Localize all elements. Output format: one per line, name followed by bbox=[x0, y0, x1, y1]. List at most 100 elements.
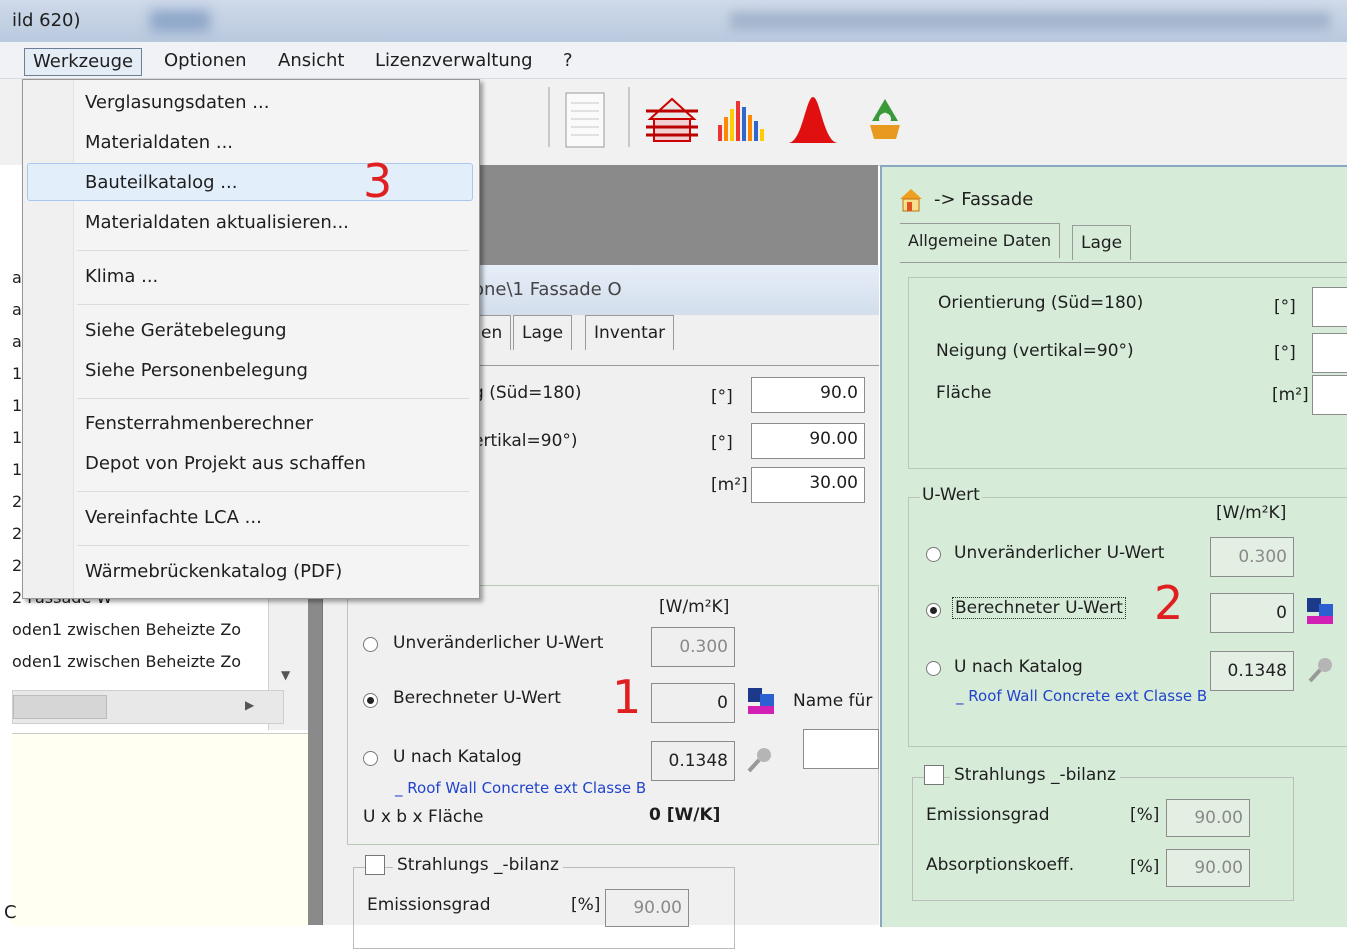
menu-optionen[interactable]: Optionen bbox=[156, 48, 255, 74]
fixed-uwert-field[interactable]: 0.300 bbox=[1210, 537, 1294, 577]
annotation-number-1: 1 bbox=[612, 670, 642, 724]
tree-row-prefix[interactable]: a bbox=[12, 332, 22, 351]
report-icon[interactable] bbox=[562, 91, 608, 148]
radio-catalog-uwert[interactable] bbox=[926, 661, 941, 676]
tree-row-prefix[interactable]: 1 bbox=[12, 396, 22, 415]
menu-item-materialdaten-aktualisieren[interactable]: Materialdaten aktualisieren... bbox=[85, 212, 349, 233]
radio-fixed-uwert[interactable] bbox=[363, 637, 378, 652]
catalog-link[interactable]: _ Roof Wall Concrete ext Classe B bbox=[956, 687, 1207, 705]
orientierung-field[interactable]: 90.0 bbox=[751, 377, 865, 413]
catalog-uwert-field: 0.1348 bbox=[1210, 651, 1294, 691]
strahlung-checkbox[interactable] bbox=[365, 855, 385, 875]
absorption-unit: [%] bbox=[1130, 857, 1160, 877]
uwert-group-label: U-Wert bbox=[920, 485, 982, 505]
tree-row-prefix[interactable]: 1 bbox=[12, 428, 22, 447]
tree-row-prefix[interactable]: a bbox=[12, 268, 22, 287]
calculated-uwert-field: 0 bbox=[651, 683, 735, 723]
emission-label: Emissionsgrad bbox=[367, 895, 491, 915]
menu-bar: Werkzeuge Optionen Ansicht Lizenzverwalt… bbox=[0, 42, 1347, 79]
orientierung-field[interactable] bbox=[1312, 287, 1347, 327]
emission-field[interactable]: 90.00 bbox=[605, 889, 689, 927]
annotation-number-3: 3 bbox=[363, 154, 393, 208]
neigung-field[interactable] bbox=[1312, 333, 1347, 373]
strahlung-checkbox[interactable] bbox=[924, 765, 944, 785]
menu-item-waermebrueckenkatalog[interactable]: Wärmebrückenkatalog (PDF) bbox=[85, 561, 342, 582]
uwert-unit: [W/m²K] bbox=[659, 597, 730, 617]
horizontal-scrollbar[interactable]: ▶ bbox=[12, 690, 284, 724]
menu-lizenzverwaltung[interactable]: Lizenzverwaltung bbox=[367, 48, 541, 74]
menu-separator bbox=[77, 250, 469, 251]
fassade-window-title: -> Fassade bbox=[934, 189, 1034, 210]
radio-calculated-uwert-label[interactable]: Berechneter U-Wert bbox=[393, 688, 561, 708]
radio-fixed-uwert-label[interactable]: Unveränderlicher U-Wert bbox=[393, 633, 603, 653]
radio-catalog-uwert[interactable] bbox=[363, 751, 378, 766]
menu-ansicht[interactable]: Ansicht bbox=[270, 48, 352, 74]
emission-field[interactable]: 90.00 bbox=[1166, 799, 1250, 837]
catalog-pin-icon[interactable] bbox=[1306, 655, 1332, 683]
layer-editor-icon[interactable] bbox=[747, 687, 775, 715]
scrollbar-thumb[interactable] bbox=[13, 695, 107, 719]
menu-item-materialdaten[interactable]: Materialdaten ... bbox=[85, 132, 233, 153]
name-fuer-label: Name für bbox=[793, 691, 873, 711]
tree-row[interactable]: oden1 zwischen Beheizte Zo bbox=[12, 620, 241, 639]
absorption-field[interactable]: 90.00 bbox=[1166, 849, 1250, 887]
menu-item-depot-schaffen[interactable]: Depot von Projekt aus schaffen bbox=[85, 453, 366, 474]
flaeche-field[interactable] bbox=[1312, 375, 1347, 415]
tree-row-prefix[interactable]: 2 bbox=[12, 492, 22, 511]
tab-inventar[interactable]: Inventar bbox=[585, 315, 675, 350]
tab-lage[interactable]: Lage bbox=[1072, 225, 1132, 260]
menu-item-verglasungsdaten[interactable]: Verglasungsdaten ... bbox=[85, 92, 269, 113]
neigung-field[interactable]: 90.00 bbox=[751, 423, 865, 459]
tree-row-prefix[interactable]: 1 bbox=[12, 460, 22, 479]
window-titlebar: ild 620) bbox=[0, 0, 1347, 42]
menu-item-bauteilkatalog[interactable]: Bauteilkatalog ... bbox=[85, 172, 237, 193]
scroll-down-arrow-icon[interactable]: ▼ bbox=[281, 668, 290, 682]
radio-calculated-uwert[interactable] bbox=[363, 693, 378, 708]
catalog-link[interactable]: _ Roof Wall Concrete ext Classe B bbox=[395, 779, 646, 797]
menu-item-klima[interactable]: Klima ... bbox=[85, 266, 158, 287]
building-heat-icon[interactable] bbox=[642, 91, 698, 142]
tree-row-prefix[interactable]: 1 bbox=[12, 364, 22, 383]
fassade-window: -> Fassade Allgemeine Daten Lage Orienti… bbox=[880, 165, 1347, 927]
distribution-peak-icon[interactable] bbox=[786, 91, 838, 143]
menu-help[interactable]: ? bbox=[555, 48, 581, 74]
radio-catalog-uwert-label[interactable]: U nach Katalog bbox=[393, 747, 522, 767]
radio-calculated-uwert[interactable] bbox=[926, 603, 941, 618]
strahlung-label[interactable]: Strahlungs _-bilanz bbox=[950, 765, 1120, 785]
tree-row-prefix[interactable]: 2 bbox=[12, 556, 22, 575]
neigung-label: Neigung (vertikal=90°) bbox=[936, 341, 1134, 361]
catalog-uwert-field: 0.1348 bbox=[651, 741, 735, 781]
tree-row[interactable]: oden1 zwischen Beheizte Zo bbox=[12, 652, 241, 671]
bar-chart-icon[interactable] bbox=[716, 91, 764, 141]
tree-row-prefix[interactable]: a bbox=[12, 300, 22, 319]
flaeche-field[interactable]: 30.00 bbox=[751, 467, 865, 503]
menu-item-fensterrahmenberechner[interactable]: Fensterrahmenberechner bbox=[85, 413, 313, 434]
info-panel: C bbox=[4, 733, 308, 926]
tab-allgemeine-daten[interactable]: Allgemeine Daten bbox=[900, 223, 1061, 258]
catalog-pin-icon[interactable] bbox=[745, 745, 771, 773]
tree-row-prefix[interactable]: 2 bbox=[12, 524, 22, 543]
fixed-uwert-field[interactable]: 0.300 bbox=[651, 627, 735, 667]
orientierung-unit: [°] bbox=[711, 387, 733, 407]
menu-item-personenbelegung[interactable]: Siehe Personenbelegung bbox=[85, 360, 308, 381]
menu-item-geraetebelegung[interactable]: Siehe Gerätebelegung bbox=[85, 320, 287, 341]
werkzeuge-dropdown-menu: Verglasungsdaten ... Materialdaten ... B… bbox=[22, 79, 480, 599]
scroll-right-arrow-icon[interactable]: ▶ bbox=[245, 698, 254, 712]
orientierung-label: g (Süd=180) bbox=[473, 383, 582, 403]
strahlung-label[interactable]: Strahlungs _-bilanz bbox=[393, 855, 563, 875]
radio-fixed-uwert-label[interactable]: Unveränderlicher U-Wert bbox=[954, 543, 1164, 563]
window-title: ild 620) bbox=[12, 10, 81, 31]
layer-editor-icon[interactable] bbox=[1306, 597, 1334, 625]
menu-werkzeuge[interactable]: Werkzeuge bbox=[24, 48, 143, 76]
menu-separator bbox=[77, 398, 469, 399]
recycle-icon[interactable] bbox=[860, 91, 906, 141]
radio-catalog-uwert-label[interactable]: U nach Katalog bbox=[954, 657, 1083, 677]
menu-item-vereinfachte-lca[interactable]: Vereinfachte LCA ... bbox=[85, 507, 262, 528]
tab-lage[interactable]: Lage bbox=[513, 315, 573, 350]
name-fuer-field[interactable] bbox=[803, 729, 879, 769]
radio-fixed-uwert[interactable] bbox=[926, 547, 941, 562]
annotation-number-2: 2 bbox=[1154, 576, 1184, 630]
toolbar-separator bbox=[548, 87, 550, 147]
radio-calculated-uwert-label[interactable]: Berechneter U-Wert bbox=[952, 597, 1126, 619]
component-window-title: one\1 Fassade O bbox=[473, 279, 622, 300]
